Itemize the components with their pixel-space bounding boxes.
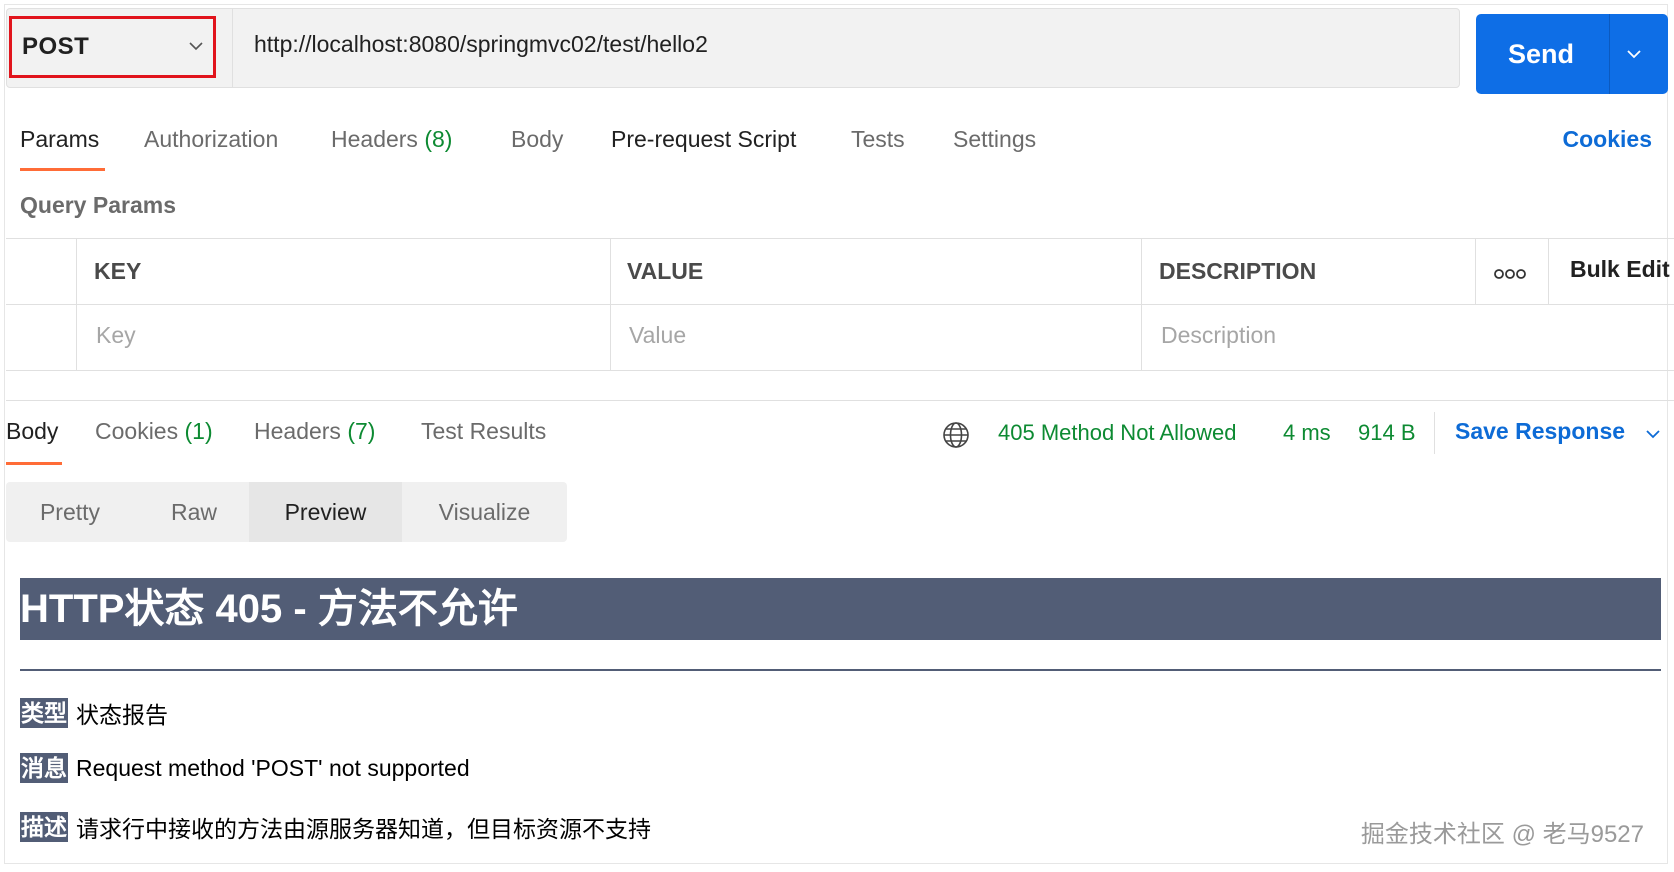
value-input[interactable]: Value	[629, 322, 686, 349]
column-header-value: VALUE	[627, 258, 704, 284]
row-tag: 描述	[20, 812, 68, 842]
row-text: 状态报告	[76, 702, 168, 728]
table-col-divider	[1475, 238, 1476, 304]
response-tab-cookies[interactable]: Cookies (1)	[95, 418, 213, 445]
response-tab-body[interactable]: Body	[6, 418, 58, 445]
response-divider	[6, 400, 1674, 401]
response-tab-headers-count: (7)	[347, 418, 376, 444]
response-tab-test-results[interactable]: Test Results	[421, 418, 546, 445]
tab-headers-count: (8)	[424, 126, 453, 152]
view-raw[interactable]: Raw	[134, 482, 254, 542]
table-border-bottom	[6, 370, 1674, 371]
row-text: 请求行中接收的方法由源服务器知道，但目标资源不支持	[76, 816, 651, 842]
tab-headers[interactable]: Headers (8)	[331, 126, 452, 153]
query-params-label: Query Params	[20, 192, 176, 218]
response-time[interactable]: 4 ms	[1283, 420, 1331, 446]
method-label: POST	[22, 33, 90, 60]
save-response-button[interactable]: Save Response	[1455, 418, 1625, 445]
column-header-description: DESCRIPTION	[1159, 258, 1317, 284]
view-preview[interactable]: Preview	[249, 482, 402, 542]
chevron-down-icon	[189, 42, 203, 51]
method-select[interactable]: POST	[9, 16, 216, 78]
globe-icon[interactable]	[941, 420, 971, 450]
status-code[interactable]: 405 Method Not Allowed	[998, 420, 1237, 446]
error-type-row: 类型 状态报告	[20, 696, 168, 730]
chevron-down-icon[interactable]	[1626, 46, 1642, 62]
tab-settings[interactable]: Settings	[953, 126, 1036, 153]
response-size[interactable]: 914 B	[1358, 420, 1416, 446]
row-tag: 消息	[20, 753, 68, 783]
column-header-key: KEY	[94, 258, 142, 284]
tab-pre-request-script[interactable]: Pre-request Script	[611, 126, 796, 153]
active-tab-indicator	[20, 168, 105, 171]
active-response-tab-indicator	[6, 462, 62, 465]
response-tab-cookies-count: (1)	[184, 418, 213, 444]
bulk-edit-button[interactable]: Bulk Edit	[1570, 256, 1670, 283]
view-visualize[interactable]: Visualize	[402, 482, 567, 542]
url-input[interactable]: http://localhost:8080/springmvc02/test/h…	[254, 20, 1434, 68]
tab-headers-label: Headers	[331, 126, 418, 152]
table-col-divider	[76, 238, 77, 370]
error-description-row: 描述 请求行中接收的方法由源服务器知道，但目标资源不支持	[20, 810, 651, 844]
tab-tests[interactable]: Tests	[851, 126, 905, 153]
tab-authorization[interactable]: Authorization	[144, 126, 278, 153]
send-label: Send	[1508, 39, 1575, 69]
response-tab-headers[interactable]: Headers (7)	[254, 418, 375, 445]
table-col-divider	[610, 238, 611, 370]
table-col-divider	[1548, 238, 1549, 304]
chevron-down-icon[interactable]	[1645, 426, 1661, 442]
tab-params[interactable]: Params	[20, 126, 99, 153]
view-switcher: Pretty Raw Preview Visualize	[6, 482, 567, 542]
send-divider	[1609, 14, 1610, 94]
response-tab-headers-label: Headers	[254, 418, 341, 444]
error-heading: HTTP状态 405 - 方法不允许	[20, 587, 518, 631]
row-tag: 类型	[20, 698, 68, 728]
tab-body[interactable]: Body	[511, 126, 563, 153]
url-divider	[232, 8, 233, 88]
error-message-row: 消息 Request method 'POST' not supported	[20, 753, 470, 783]
more-horizontal-icon[interactable]	[1493, 268, 1527, 280]
table-border-top	[6, 238, 1674, 239]
watermark: 掘金技术社区 @ 老马9527	[1360, 821, 1644, 848]
cookies-link[interactable]: Cookies	[1563, 126, 1652, 153]
view-pretty[interactable]: Pretty	[6, 482, 134, 542]
description-input[interactable]: Description	[1161, 322, 1276, 349]
table-border-mid	[6, 304, 1674, 305]
error-heading-banner: HTTP状态 405 - 方法不允许	[20, 578, 1661, 640]
response-tab-cookies-label: Cookies	[95, 418, 179, 444]
save-divider	[1434, 412, 1435, 454]
key-input[interactable]: Key	[96, 322, 136, 349]
send-button[interactable]: Send	[1476, 14, 1668, 94]
table-col-divider	[1141, 238, 1142, 370]
row-text: Request method 'POST' not supported	[76, 754, 470, 781]
horizontal-rule	[20, 669, 1661, 671]
